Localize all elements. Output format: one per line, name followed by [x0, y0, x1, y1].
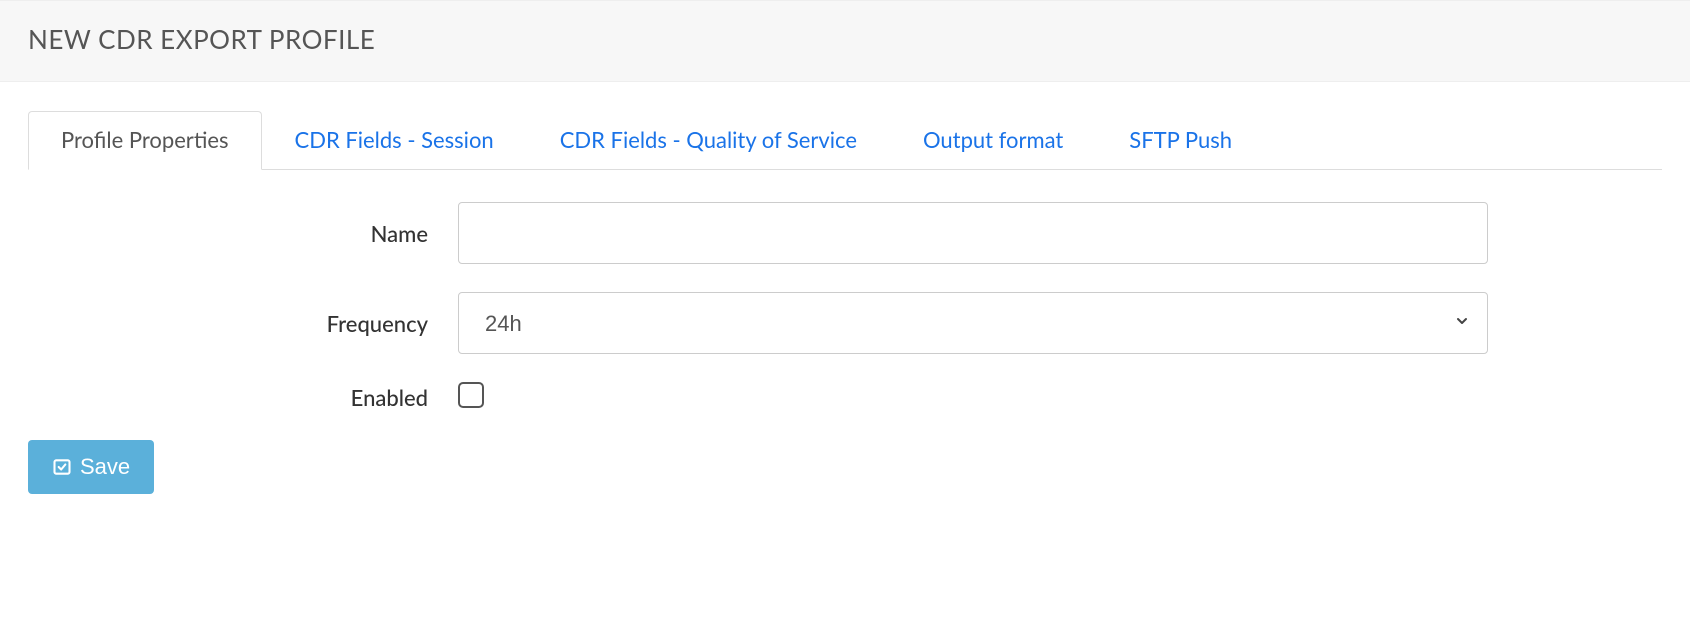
- enabled-checkbox-wrap: [458, 382, 1488, 412]
- save-button[interactable]: Save: [28, 440, 154, 494]
- check-save-icon: [52, 457, 72, 477]
- tab-profile-properties[interactable]: Profile Properties: [28, 111, 262, 170]
- tab-label: Profile Properties: [61, 126, 229, 153]
- form-row-frequency: Frequency 24h: [28, 292, 1662, 354]
- name-input-wrap: [458, 202, 1488, 264]
- content-area: Profile Properties CDR Fields - Session …: [0, 82, 1690, 514]
- frequency-label: Frequency: [28, 310, 458, 337]
- tab-output-format[interactable]: Output format: [890, 111, 1096, 170]
- tab-label: CDR Fields - Session: [295, 126, 494, 153]
- tab-label: CDR Fields - Quality of Service: [560, 126, 857, 153]
- tabs: Profile Properties CDR Fields - Session …: [28, 110, 1662, 170]
- page-title: NEW CDR EXPORT PROFILE: [28, 23, 1662, 55]
- frequency-select-wrap: 24h: [458, 292, 1488, 354]
- enabled-label: Enabled: [28, 384, 458, 411]
- tab-sftp-push[interactable]: SFTP Push: [1096, 111, 1265, 170]
- tab-cdr-fields-session[interactable]: CDR Fields - Session: [262, 111, 527, 170]
- save-button-label: Save: [80, 454, 130, 480]
- tab-label: Output format: [923, 126, 1063, 153]
- tab-label: SFTP Push: [1129, 126, 1232, 153]
- form-row-name: Name: [28, 202, 1662, 264]
- form-row-enabled: Enabled: [28, 382, 1662, 412]
- frequency-select[interactable]: 24h: [458, 292, 1488, 354]
- name-label: Name: [28, 220, 458, 247]
- tab-cdr-fields-qos[interactable]: CDR Fields - Quality of Service: [527, 111, 890, 170]
- enabled-checkbox[interactable]: [458, 382, 484, 408]
- page-header: NEW CDR EXPORT PROFILE: [0, 0, 1690, 82]
- name-input[interactable]: [458, 202, 1488, 264]
